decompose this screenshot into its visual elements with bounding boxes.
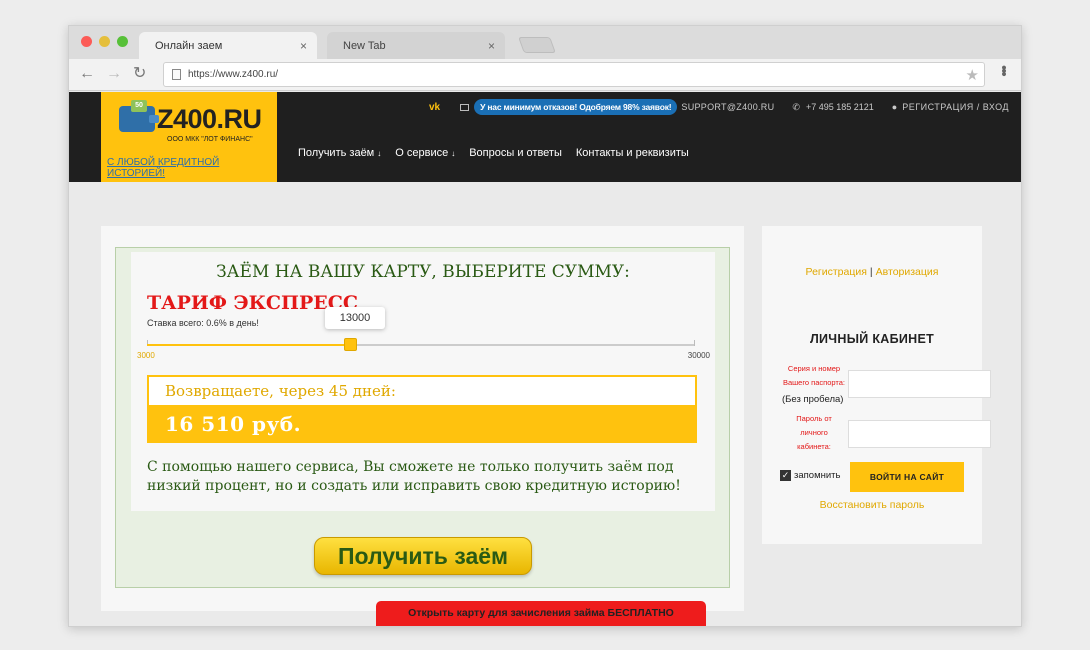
browser-toolbar: ← → ↻ https://www.z400.ru/ ★ ••• bbox=[69, 59, 1021, 91]
top-links: vk У нас минимум отказов! Одобряем 98% з… bbox=[429, 98, 1009, 116]
nav-item-about[interactable]: О сервисе ↓ bbox=[395, 147, 455, 159]
slider-fill bbox=[147, 344, 350, 346]
login-button[interactable]: ВОЙТИ НА САЙТ bbox=[850, 462, 964, 492]
nav-item-faq[interactable]: Вопросы и ответы bbox=[469, 147, 562, 159]
nav-item-contacts[interactable]: Контакты и реквизиты bbox=[576, 147, 689, 159]
promo-badge: У нас минимум отказов! Одобряем 98% заяв… bbox=[474, 99, 678, 115]
star-icon[interactable]: ★ bbox=[966, 66, 979, 84]
slider-min-label: 3000 bbox=[137, 351, 155, 360]
url-text[interactable]: https://www.z400.ru/ bbox=[188, 69, 278, 80]
tab-strip: Онлайн заем × New Tab × bbox=[69, 26, 1021, 59]
vk-icon[interactable]: vk bbox=[429, 102, 440, 113]
tab-close-icon[interactable]: × bbox=[488, 39, 495, 53]
browser-window: Онлайн заем × New Tab × ← → ↻ https://ww… bbox=[68, 25, 1022, 627]
calculator-title: ЗАЁМ НА ВАШУ КАРТУ, ВЫБЕРИТЕ СУММУ: bbox=[216, 262, 630, 282]
logo-tagline-link[interactable]: С ЛЮБОЙ КРЕДИТНОЙ ИСТОРИЕЙ! bbox=[107, 157, 277, 179]
site-header: 50 Z400.RU ООО МКК "ЛОТ ФИНАНС" С ЛЮБОЙ … bbox=[69, 92, 1021, 182]
password-label-line: кабинета: bbox=[797, 442, 831, 451]
return-label: Возвращаете, через 45 дней: bbox=[165, 382, 396, 400]
kebab-menu-icon[interactable]: ••• bbox=[995, 65, 1012, 75]
return-amount: 16 510 руб. bbox=[165, 412, 302, 436]
amount-slider[interactable] bbox=[147, 338, 695, 351]
site-logo[interactable]: 50 Z400.RU ООО МКК "ЛОТ ФИНАНС" С ЛЮБОЙ … bbox=[101, 92, 277, 182]
nav-label: Получить заём bbox=[298, 147, 375, 159]
open-card-banner[interactable]: Открыть карту для зачисления займа БЕСПЛ… bbox=[376, 601, 706, 626]
web-page: 50 Z400.RU ООО МКК "ЛОТ ФИНАНС" С ЛЮБОЙ … bbox=[69, 92, 1021, 626]
page-icon bbox=[172, 69, 181, 80]
address-bar[interactable]: https://www.z400.ru/ ★ bbox=[163, 62, 985, 87]
get-loan-button[interactable]: Получить заём bbox=[314, 537, 532, 575]
auth-links: Регистрация | Авторизация bbox=[762, 266, 982, 278]
mail-icon bbox=[460, 103, 470, 111]
chevron-down-icon: ↓ bbox=[377, 149, 382, 158]
passport-label: Серия и номер Вашего паспорта: bbox=[772, 362, 856, 390]
slider-tick bbox=[694, 340, 695, 346]
maximize-window-button[interactable] bbox=[117, 36, 128, 47]
personal-cabinet-card: Регистрация | Авторизация ЛИЧНЫЙ КАБИНЕТ С… bbox=[762, 226, 991, 544]
slider-max-label: 30000 bbox=[687, 351, 710, 360]
return-summary: Возвращаете, через 45 дней: 16 510 руб. bbox=[147, 375, 697, 443]
loan-calculator-card: ЗАЁМ НА ВАШУ КАРТУ, ВЫБЕРИТЕ СУММУ: ТАРИ… bbox=[101, 226, 744, 611]
calculator-panel: ЗАЁМ НА ВАШУ КАРТУ, ВЫБЕРИТЕ СУММУ: ТАРИ… bbox=[131, 252, 715, 511]
remember-label: запомнить bbox=[794, 470, 841, 481]
reload-icon[interactable]: ↻ bbox=[133, 66, 146, 82]
tab-new-tab[interactable]: New Tab × bbox=[327, 32, 505, 59]
nav-label: Вопросы и ответы bbox=[469, 147, 562, 159]
passport-label-line: Вашего паспорта: bbox=[782, 378, 845, 387]
password-label-line: личного bbox=[800, 428, 828, 437]
phone-link[interactable]: +7 495 185 2121 bbox=[806, 102, 874, 112]
slider-handle[interactable] bbox=[344, 338, 357, 351]
logo-company: ООО МКК "ЛОТ ФИНАНС" bbox=[167, 136, 253, 143]
chevron-down-icon: ↓ bbox=[451, 149, 456, 158]
logo-text: Z400.RU bbox=[157, 104, 262, 134]
auth-separator: | bbox=[869, 266, 873, 278]
passport-label-line: Серия и номер bbox=[787, 364, 841, 373]
authorize-link[interactable]: Авторизация bbox=[876, 266, 939, 278]
register-login-link[interactable]: РЕГИСТРАЦИЯ / ВХОД bbox=[902, 102, 1009, 112]
phone-icon: ✆ bbox=[792, 101, 800, 112]
return-amount-bar: 16 510 руб. bbox=[149, 405, 695, 443]
user-icon: ● bbox=[891, 102, 898, 112]
tab-online-loan[interactable]: Онлайн заем × bbox=[139, 32, 317, 59]
restore-password-link[interactable]: Восстановить пароль bbox=[762, 499, 982, 511]
coin-icon: 50 bbox=[131, 100, 147, 112]
tab-label: New Tab bbox=[343, 40, 386, 52]
remember-me-checkbox[interactable]: ✓ запомнить bbox=[780, 470, 840, 481]
arrow-right-icon[interactable]: → bbox=[106, 66, 122, 82]
passport-note: (Без пробела) bbox=[782, 394, 844, 405]
new-tab-button[interactable] bbox=[518, 37, 556, 53]
support-email-link[interactable]: SUPPORT@Z400.RU bbox=[681, 102, 774, 112]
main-nav: Получить заём ↓ О сервисе ↓ Вопросы и отве… bbox=[298, 147, 703, 159]
password-label: Пароль от личного кабинета: bbox=[772, 412, 856, 454]
nav-label: Контакты и реквизиты bbox=[575, 147, 689, 159]
tab-close-icon[interactable]: × bbox=[300, 39, 307, 53]
password-input[interactable] bbox=[848, 420, 991, 448]
slider-value-tooltip: 13000 bbox=[325, 307, 385, 329]
window-controls bbox=[81, 36, 128, 47]
calculator-frame: ЗАЁМ НА ВАШУ КАРТУ, ВЫБЕРИТЕ СУММУ: ТАРИ… bbox=[115, 247, 730, 588]
minimize-window-button[interactable] bbox=[99, 36, 110, 47]
register-link[interactable]: Регистрация bbox=[806, 266, 867, 278]
nav-label: О сервисе bbox=[395, 147, 449, 159]
tab-label: Онлайн заем bbox=[155, 40, 223, 52]
password-label-line: Пароль от bbox=[796, 414, 832, 423]
close-window-button[interactable] bbox=[81, 36, 92, 47]
rate-text: Ставка всего: 0.6% в день! bbox=[147, 318, 259, 328]
cabinet-title: ЛИЧНЫЙ КАБИНЕТ bbox=[809, 332, 935, 346]
service-description: С помощью нашего сервиса, Вы сможете не … bbox=[147, 459, 681, 494]
checkmark-icon[interactable]: ✓ bbox=[780, 470, 791, 481]
passport-input[interactable] bbox=[848, 370, 991, 398]
nav-item-get-loan[interactable]: Получить заём ↓ bbox=[298, 147, 381, 159]
arrow-left-icon[interactable]: ← bbox=[79, 66, 95, 82]
